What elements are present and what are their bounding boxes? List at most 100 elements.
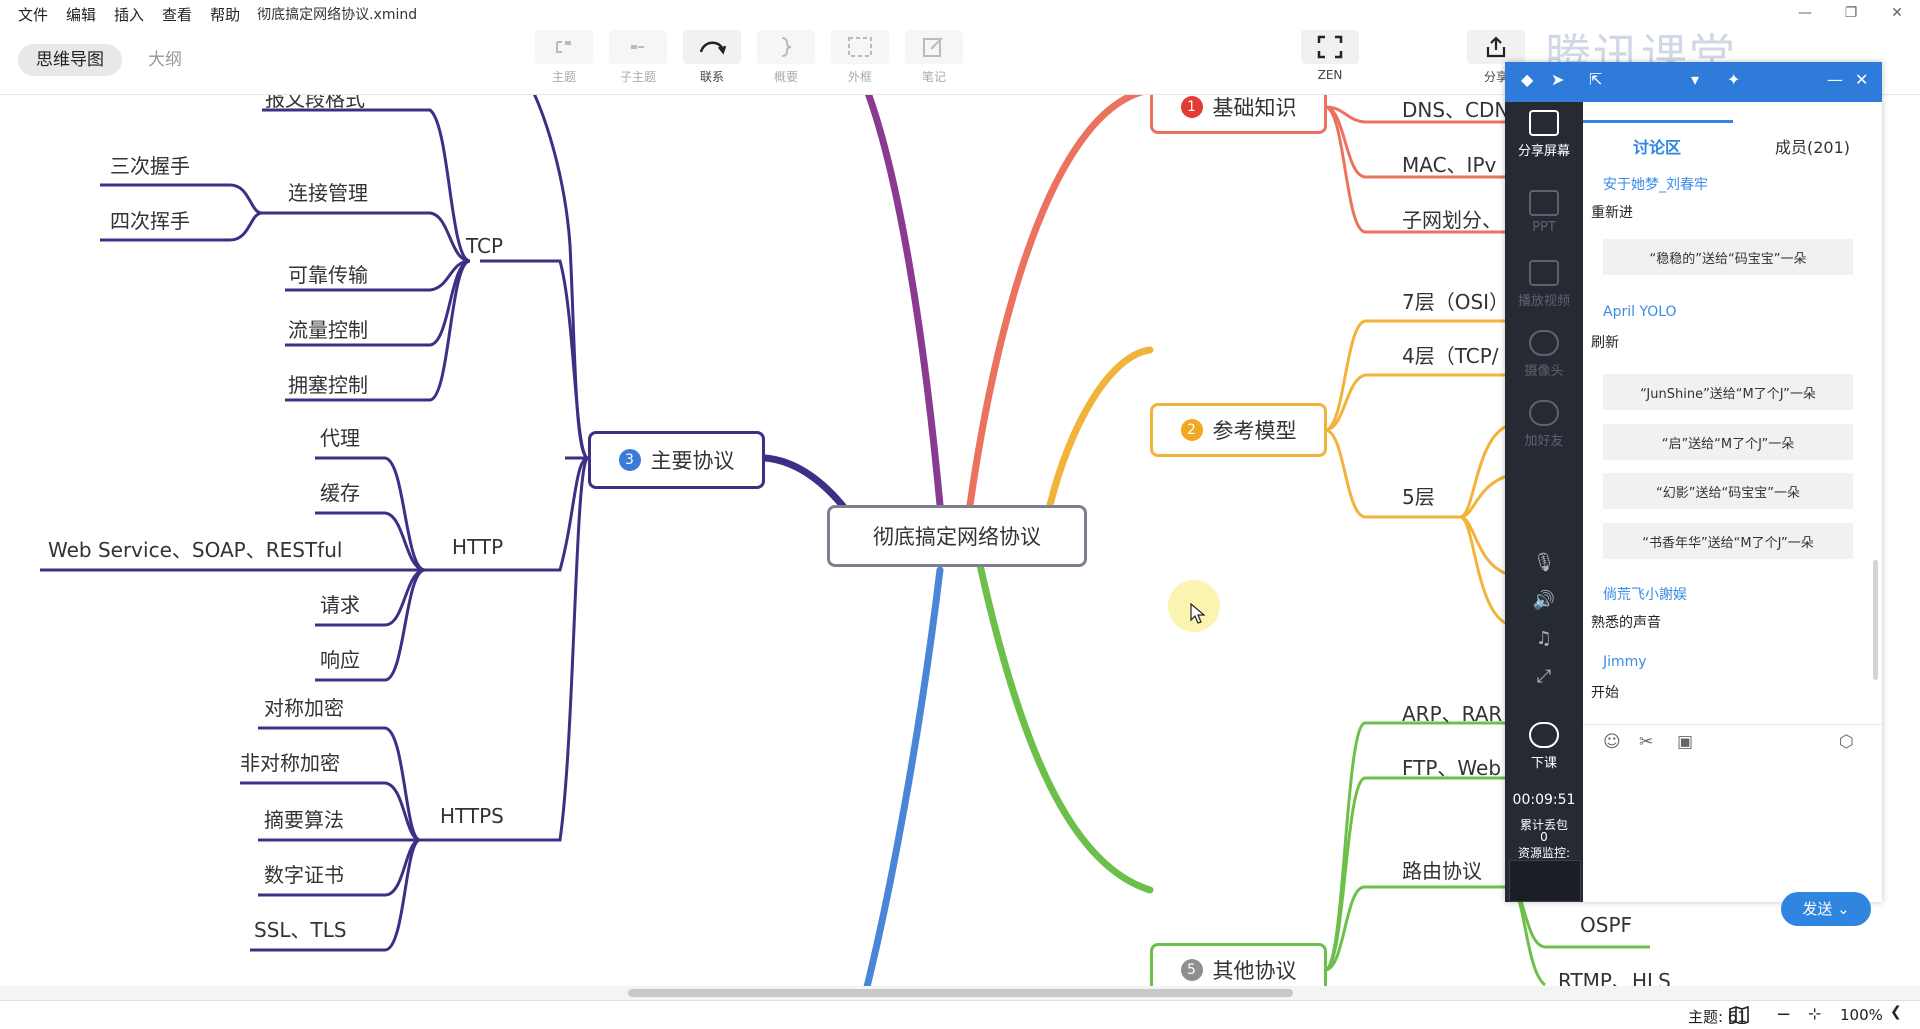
chat-name[interactable]: 倘荒飞小謝娱 — [1603, 584, 1687, 604]
relation-button[interactable]: 联系 — [682, 30, 742, 85]
camera-button[interactable]: 摄像头 — [1505, 330, 1583, 379]
topic-ospf[interactable]: OSPF — [1580, 913, 1632, 937]
dropdown-icon[interactable]: ▾ — [1691, 70, 1699, 89]
tx-close-icon[interactable]: ✕ — [1855, 70, 1868, 89]
settings-icon[interactable]: ⬡ — [1839, 732, 1854, 752]
topic-congestion-control[interactable]: 拥塞控制 — [288, 369, 368, 398]
topic-main-protocols[interactable]: 3 主要协议 — [588, 431, 765, 489]
topic-ssl-tls[interactable]: SSL、TLS — [254, 914, 347, 943]
note-button[interactable]: 笔记 — [904, 30, 964, 85]
topic-mac-ip[interactable]: MAC、IPv — [1402, 149, 1496, 178]
topic-7-layer[interactable]: 7层（OSI） — [1402, 286, 1509, 315]
chevron-icon[interactable]: ❮ — [1890, 1004, 1902, 1020]
zen-button[interactable]: ZEN — [1300, 30, 1360, 82]
chat-name[interactable]: 安于她梦_刘春牢 — [1603, 174, 1708, 194]
topic-response[interactable]: 响应 — [320, 644, 360, 673]
subtopic-button[interactable]: 子主题 — [608, 30, 668, 85]
chat-name[interactable]: Jimmy — [1603, 654, 1647, 670]
topic-button[interactable]: 主题 — [534, 30, 594, 85]
topic-dns-cdn[interactable]: DNS、CDN — [1402, 95, 1509, 123]
menu-file[interactable]: 文件 — [0, 4, 57, 25]
topic-5-layer[interactable]: 5层 — [1402, 481, 1435, 510]
topic-routing[interactable]: 路由协议 — [1402, 855, 1482, 884]
topic-request[interactable]: 请求 — [320, 589, 360, 618]
topic-digest-algorithm[interactable]: 摘要算法 — [264, 804, 344, 833]
end-class-button[interactable]: 下课 — [1505, 722, 1583, 771]
tab-members[interactable]: 成员(201) — [1775, 134, 1850, 158]
share-screen-label: 分享屏幕 — [1517, 144, 1570, 159]
ppt-button[interactable]: PPT — [1505, 190, 1583, 235]
topic-proxy[interactable]: 代理 — [320, 422, 360, 451]
topic-three-way-handshake[interactable]: 三次握手 — [110, 150, 190, 179]
window-controls: — ❐ ✕ — [1782, 0, 1920, 28]
speaker-icon[interactable]: 🔊 — [1505, 590, 1583, 611]
music-icon[interactable]: ♫ — [1505, 628, 1583, 649]
topic-http[interactable]: HTTP — [452, 535, 503, 559]
add-friend-button[interactable]: 加好友 — [1505, 400, 1583, 449]
scrollbar-thumb[interactable] — [628, 989, 1293, 997]
tab-mindmap[interactable]: 思维导图 — [18, 44, 122, 76]
tx-minimize-icon[interactable]: — — [1827, 70, 1843, 89]
topic-subnet[interactable]: 子网划分、 — [1402, 204, 1502, 233]
note-icon — [923, 37, 943, 57]
topic-digital-certificate[interactable]: 数字证书 — [264, 859, 344, 888]
pin-icon[interactable]: ✦ — [1727, 70, 1740, 89]
topic-web-service[interactable]: Web Service、SOAP、RESTful — [48, 534, 342, 563]
topic-4-layer[interactable]: 4层（TCP/ — [1402, 340, 1499, 369]
topic-other[interactable]: 5 其他协议 — [1150, 943, 1327, 990]
send-button[interactable]: 发送 ⌄ — [1781, 892, 1871, 926]
topic-https[interactable]: HTTPS — [440, 804, 504, 828]
topic-four-way-wave[interactable]: 四次挥手 — [110, 205, 190, 234]
close-button[interactable]: ✕ — [1874, 0, 1920, 28]
send-label: 发送 — [1802, 900, 1833, 918]
end-class-label: 下课 — [1530, 756, 1557, 771]
scissors-icon[interactable]: ✂ — [1639, 732, 1653, 752]
topic-segment-format[interactable]: 报文段格式 — [265, 95, 365, 112]
hat-icon[interactable]: ◆ — [1521, 70, 1533, 89]
horizontal-scrollbar[interactable] — [0, 986, 1920, 1000]
boundary-button[interactable]: 外框 — [830, 30, 890, 85]
topic-tcp[interactable]: TCP — [466, 234, 503, 258]
gift-message: “书香年华”送给“M了个J”一朵 — [1603, 523, 1853, 559]
map-icon[interactable] — [1728, 1006, 1750, 1024]
minimize-button[interactable]: — — [1782, 0, 1828, 28]
plane-icon[interactable]: ➤ — [1551, 70, 1564, 89]
image-icon[interactable]: ▣ — [1677, 732, 1693, 752]
microphone-icon[interactable]: 🎙 — [1505, 552, 1583, 573]
maximize-button[interactable]: ❐ — [1828, 0, 1874, 28]
topic-connection-mgmt[interactable]: 连接管理 — [288, 177, 368, 206]
topic-basics[interactable]: 1 基础知识 — [1150, 95, 1327, 134]
menu-help[interactable]: 帮助 — [201, 4, 249, 25]
menu-edit[interactable]: 编辑 — [57, 4, 105, 25]
menu-insert[interactable]: 插入 — [105, 4, 153, 25]
boundary-icon — [848, 37, 872, 57]
topic-reliable-transfer[interactable]: 可靠传输 — [288, 259, 368, 288]
tab-discussion[interactable]: 讨论区 — [1633, 134, 1681, 158]
topic-flow-control[interactable]: 流量控制 — [288, 314, 368, 343]
emoji-icon[interactable]: ☺ — [1603, 732, 1621, 752]
topic-ftp-web[interactable]: FTP、Web — [1402, 752, 1501, 781]
zoom-slider-icon[interactable]: ⊹ — [1808, 1004, 1821, 1023]
chevron-down-icon: ⌄ — [1837, 900, 1850, 918]
subtopic-icon — [631, 45, 644, 49]
topic-cache[interactable]: 缓存 — [320, 477, 360, 506]
zoom-level[interactable]: 100% — [1840, 1006, 1883, 1024]
chat-name[interactable]: April YOLO — [1603, 304, 1677, 320]
summary-button[interactable]: 概要 — [756, 30, 816, 85]
topic-model[interactable]: 2 参考模型 — [1150, 403, 1327, 457]
expand-icon[interactable]: ⤢ — [1505, 666, 1583, 687]
topic-arp-rarp[interactable]: ARP、RAR — [1402, 698, 1502, 727]
export-icon[interactable]: ⇱ — [1589, 70, 1602, 89]
chat-message: 熟悉的声音 — [1591, 615, 1661, 631]
chat-scrollbar[interactable] — [1873, 560, 1878, 680]
zoom-out-icon[interactable]: − — [1776, 1004, 1791, 1025]
tab-outline[interactable]: 大纲 — [130, 44, 200, 76]
topic-symmetric-encryption[interactable]: 对称加密 — [264, 692, 344, 721]
menu-view[interactable]: 查看 — [153, 4, 201, 25]
share-screen-button[interactable]: 分享屏幕 — [1505, 110, 1583, 159]
play-video-button[interactable]: 播放视频 — [1505, 260, 1583, 309]
resource-monitor-graph — [1509, 860, 1581, 902]
central-topic[interactable]: 彻底搞定网络协议 — [827, 505, 1087, 567]
topic-asymmetric-encryption[interactable]: 非对称加密 — [240, 747, 340, 776]
summary-icon — [781, 37, 792, 57]
